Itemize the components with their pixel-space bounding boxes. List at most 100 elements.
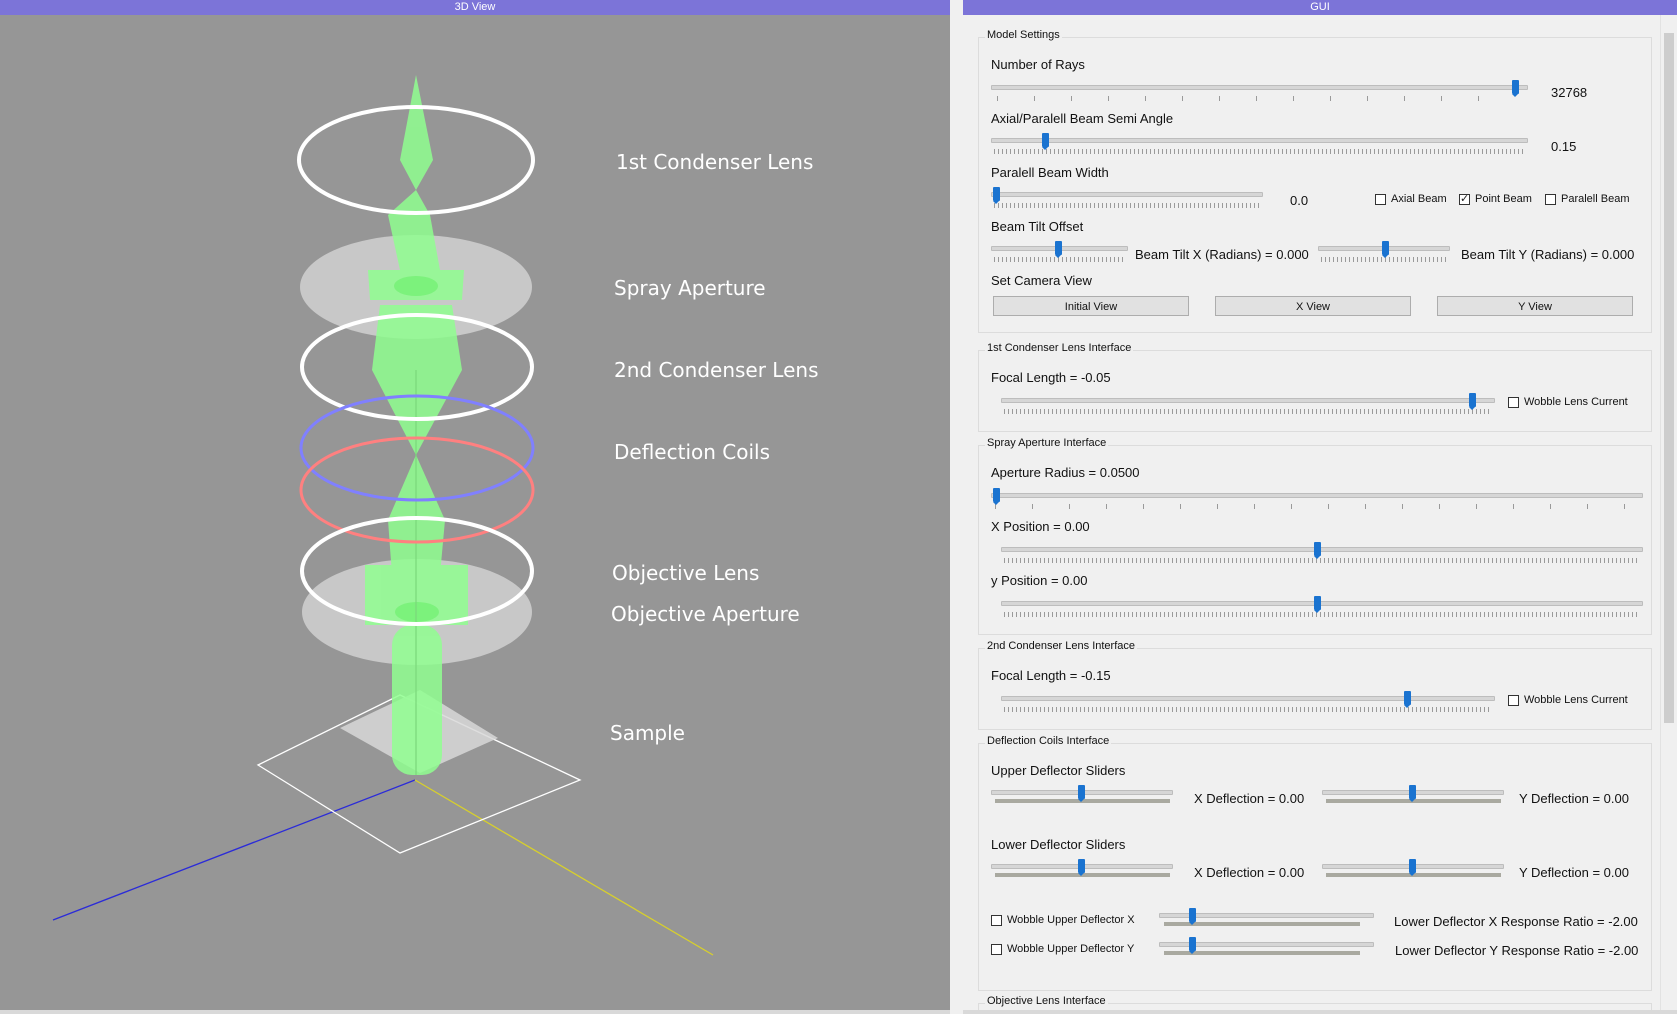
slider-handle[interactable] [1055,241,1062,258]
slider-handle[interactable] [993,488,1000,505]
slider-handle[interactable] [1078,785,1085,802]
x-view-button[interactable]: X View [1215,296,1411,316]
slider-ticks [1004,558,1639,563]
aperture-radius-label: Aperture Radius = 0.0500 [991,465,1140,480]
objective-lens-group: Objective Lens Interface [978,995,1652,1010]
label-sample: Sample [610,721,685,745]
pane-divider[interactable] [950,0,963,1014]
number-of-rays-label: Number of Rays [991,57,1085,72]
second-condenser-group: 2nd Condenser Lens Interface Focal Lengt… [978,640,1652,730]
slider-ticks [1004,612,1639,617]
checkbox-box [991,943,1002,955]
c1-wobble-checkbox[interactable]: Wobble Lens Current [1508,396,1628,408]
group-title: 2nd Condenser Lens Interface [985,640,1137,652]
slider-handle[interactable] [1314,542,1321,559]
c2-focal-length-label: Focal Length = -0.15 [991,668,1111,683]
label-objective-aperture: Objective Aperture [611,602,800,626]
label-first-condenser-lens: 1st Condenser Lens [616,150,814,174]
group-title: 1st Condenser Lens Interface [985,342,1134,354]
axial-beam-checkbox[interactable]: Axial Beam [1375,193,1447,205]
slider-handle[interactable] [1409,859,1416,876]
checkbox-box [991,914,1002,926]
beam-tilt-label: Beam Tilt Offset [991,219,1084,234]
slider-handle[interactable] [1512,80,1519,97]
label-second-condenser-lens: 2nd Condenser Lens [614,358,819,382]
slider-ticks [997,96,1487,101]
checkbox-box [1508,694,1519,706]
slider-handle[interactable] [1042,133,1049,150]
slider-handle[interactable] [1314,596,1321,613]
3d-viewport[interactable]: 1st Condenser Lens Spray Aperture 2nd Co… [0,15,950,1010]
checkbox-label: Wobble Lens Current [1524,396,1628,408]
checkbox-label: Paralell Beam [1561,193,1630,205]
semi-angle-value: 0.15 [1551,139,1577,154]
spray-aperture-group: Spray Aperture Interface Aperture Radius… [978,437,1652,635]
paralell-beam-checkbox[interactable]: Paralell Beam [1545,193,1629,205]
spray-x-position-slider[interactable] [1001,547,1643,552]
scrollbar-thumb[interactable] [1664,33,1674,723]
spray-y-position-label: y Position = 0.00 [991,573,1088,588]
beam-width-label: Paralell Beam Width [991,165,1109,180]
label-spray-aperture: Spray Aperture [614,276,766,300]
gui-title-bar: GUI [963,0,1677,15]
spray-x-position-label: X Position = 0.00 [991,519,1090,534]
spray-y-position-slider[interactable] [1001,601,1643,606]
checkbox-label: Wobble Upper Deflector Y [1007,943,1135,955]
slider-handle[interactable] [1189,908,1196,925]
slider-ticks [1004,707,1491,712]
label-objective-lens: Objective Lens [612,561,760,585]
beam-width-value: 0.0 [1290,193,1309,208]
c2-wobble-checkbox[interactable]: Wobble Lens Current [1508,694,1628,706]
y-view-button[interactable]: Y View [1437,296,1633,316]
upper-deflector-label: Upper Deflector Sliders [991,763,1126,778]
objective-aperture-hole [395,602,439,622]
response-ratio-x-value: Lower Deflector X Response Ratio = -2.00 [1394,914,1638,929]
checkbox-label: Wobble Lens Current [1524,694,1628,706]
checkbox-box [1375,193,1386,205]
c2-focal-length-slider[interactable] [1001,696,1495,701]
number-of-rays-value: 32768 [1551,85,1588,100]
lower-deflector-label: Lower Deflector Sliders [991,837,1126,852]
beam-width-slider[interactable] [991,192,1263,197]
lower-y-value: Y Deflection = 0.00 [1519,865,1629,880]
upper-x-value: X Deflection = 0.00 [1194,791,1305,806]
upper-y-value: Y Deflection = 0.00 [1519,791,1629,806]
slider-handle[interactable] [1469,393,1476,410]
vertical-scrollbar[interactable] [1660,15,1677,1010]
aperture-radius-slider[interactable] [991,493,1643,498]
beam-tilt-x-value: Beam Tilt X (Radians) = 0.000 [1135,247,1309,262]
checkbox-label: Point Beam [1475,193,1532,205]
slider-handle[interactable] [1189,937,1196,954]
group-title: Spray Aperture Interface [985,437,1109,449]
spray-aperture-hole [394,276,438,296]
semi-angle-slider[interactable] [991,138,1528,143]
initial-view-button[interactable]: Initial View [993,296,1189,316]
checkbox-label: Axial Beam [1391,193,1447,205]
slider-ticks [1004,409,1491,414]
slider-handle[interactable] [993,187,1000,204]
label-deflection-coils: Deflection Coils [614,440,771,464]
wobble-upper-x-checkbox[interactable]: Wobble Upper Deflector X [991,914,1135,926]
slider-ticks [994,149,1524,154]
number-of-rays-slider[interactable] [991,85,1528,90]
point-beam-checkbox[interactable]: Point Beam [1459,192,1532,205]
slider-handle[interactable] [1382,241,1389,258]
gui-panel: Model Settings Number of Rays 32768 Axia… [963,15,1677,1010]
group-title: Deflection Coils Interface [985,735,1112,747]
model-settings-group: Model Settings Number of Rays 32768 Axia… [978,29,1652,333]
response-ratio-y-value: Lower Deflector Y Response Ratio = -2.00 [1395,943,1639,958]
3d-view-title-bar: 3D View [0,0,950,15]
slider-ticks [994,203,1259,208]
slider-handle[interactable] [1078,859,1085,876]
first-condenser-group: 1st Condenser Lens Interface Focal Lengt… [978,342,1652,432]
slider-ticks [995,504,1640,509]
wobble-upper-y-checkbox[interactable]: Wobble Upper Deflector Y [991,943,1134,955]
semi-angle-label: Axial/Paralell Beam Semi Angle [991,111,1174,126]
slider-handle[interactable] [1404,691,1411,708]
beam-tilt-y-value: Beam Tilt Y (Radians) = 0.000 [1461,247,1635,262]
checkbox-label: Wobble Upper Deflector X [1007,914,1135,926]
c1-focal-length-slider[interactable] [1001,398,1495,403]
slider-handle[interactable] [1409,785,1416,802]
checkbox-box [1545,193,1556,205]
c1-focal-length-label: Focal Length = -0.05 [991,370,1111,385]
